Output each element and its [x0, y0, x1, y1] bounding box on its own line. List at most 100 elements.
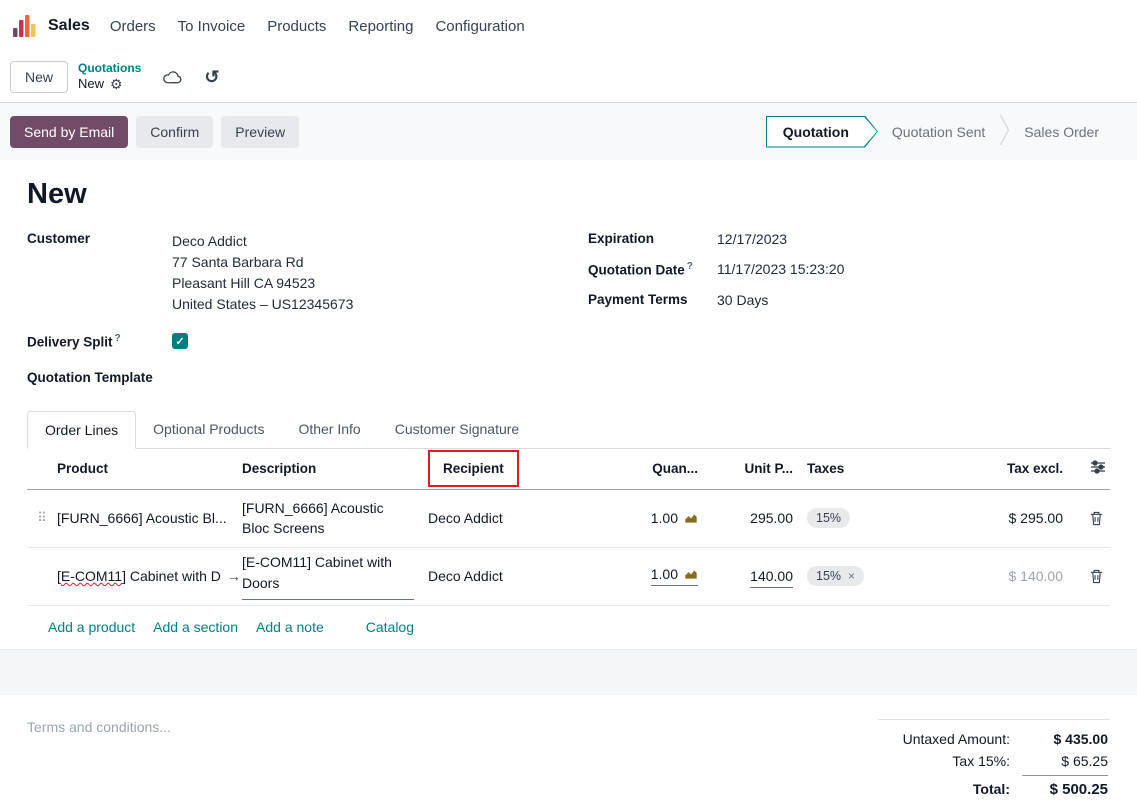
- quantity-cell[interactable]: 1.00: [593, 566, 698, 586]
- main-menu: Orders To Invoice Products Reporting Con…: [110, 18, 525, 35]
- record-title[interactable]: New: [27, 178, 1110, 211]
- col-header-taxes[interactable]: Taxes: [793, 461, 928, 476]
- catalog-link[interactable]: Catalog: [366, 619, 414, 635]
- col-header-description[interactable]: Description: [242, 461, 428, 476]
- left-field-column: Customer Deco Addict 77 Santa Barbara Rd…: [27, 231, 588, 385]
- product-cell[interactable]: [E-COM11] Cabinet with D→: [57, 568, 242, 584]
- nav-item-products[interactable]: Products: [267, 18, 326, 35]
- confirm-button[interactable]: Confirm: [136, 116, 213, 148]
- product-cell[interactable]: [FURN_6666] Acoustic Bl...: [57, 510, 242, 526]
- gear-icon[interactable]: ⚙: [110, 76, 123, 94]
- terms-and-conditions-field[interactable]: Terms and conditions...: [27, 719, 171, 801]
- payment-terms-field[interactable]: 30 Days: [717, 292, 768, 308]
- customer-address-line2: Pleasant Hill CA 94523: [172, 273, 353, 294]
- delivery-split-checkbox[interactable]: ✓: [172, 333, 188, 349]
- stage-sales-order[interactable]: Sales Order: [1010, 116, 1113, 148]
- drag-handle-icon[interactable]: ⠿: [27, 510, 57, 526]
- status-bar: Send by Email Confirm Preview Quotation …: [0, 103, 1137, 160]
- quantity-cell[interactable]: 1.00: [593, 510, 698, 526]
- tax-row: Tax 15%: $ 65.25: [878, 750, 1110, 772]
- tax-label: Tax 15%:: [952, 753, 1010, 769]
- order-line-row: ⠿ [FURN_6666] Acoustic Bl... [FURN_6666]…: [27, 490, 1110, 548]
- customer-name: Deco Addict: [172, 231, 353, 252]
- tab-order-lines[interactable]: Order Lines: [27, 411, 136, 449]
- forecast-chart-icon[interactable]: [684, 568, 698, 581]
- col-header-recipient[interactable]: Recipient: [428, 450, 519, 487]
- expiration-field[interactable]: 12/17/2023: [717, 231, 787, 247]
- nav-item-orders[interactable]: Orders: [110, 18, 156, 35]
- save-cloud-icon[interactable]: [163, 70, 182, 85]
- discard-icon[interactable]: ↺: [204, 67, 219, 88]
- totals-block: Untaxed Amount: $ 435.00 Tax 15%: $ 65.2…: [878, 719, 1110, 801]
- nav-item-reporting[interactable]: Reporting: [348, 18, 413, 35]
- subtotal-cell: $ 140.00: [928, 568, 1063, 584]
- taxes-cell[interactable]: 15%: [793, 508, 928, 528]
- recipient-cell[interactable]: Deco Addict: [428, 568, 593, 584]
- customer-address-line1: 77 Santa Barbara Rd: [172, 252, 353, 273]
- odoo-sales-logo-icon: [12, 13, 38, 39]
- nav-item-to-invoice[interactable]: To Invoice: [178, 18, 246, 35]
- tab-optional-products[interactable]: Optional Products: [136, 411, 281, 449]
- form-sheet: New Customer Deco Addict 77 Santa Barbar…: [0, 160, 1137, 801]
- stage-quotation-sent[interactable]: Quotation Sent: [878, 116, 999, 148]
- col-header-unit-price[interactable]: Unit P...: [698, 461, 793, 476]
- quotation-template-label: Quotation Template: [27, 370, 172, 385]
- untaxed-amount-row: Untaxed Amount: $ 435.00: [878, 728, 1110, 750]
- order-lines-header: Product Description Recipient Quan... Un…: [27, 449, 1110, 490]
- add-a-section-link[interactable]: Add a section: [153, 619, 238, 635]
- stage-quotation[interactable]: Quotation: [766, 116, 878, 148]
- unit-price-cell[interactable]: 140.00: [698, 568, 793, 584]
- delete-row-icon[interactable]: [1089, 568, 1110, 584]
- payment-terms-label: Payment Terms: [588, 292, 717, 308]
- expiration-label: Expiration: [588, 231, 717, 247]
- add-a-note-link[interactable]: Add a note: [256, 619, 324, 635]
- quotation-date-field[interactable]: 11/17/2023 15:23:20: [717, 261, 844, 278]
- customer-field[interactable]: Deco Addict 77 Santa Barbara Rd Pleasant…: [172, 231, 353, 315]
- section-divider: [0, 649, 1137, 695]
- untaxed-amount-value: $ 435.00: [1022, 731, 1108, 747]
- breadcrumb: Quotations New ⚙: [78, 61, 141, 94]
- col-header-product[interactable]: Product: [57, 461, 242, 476]
- pipeline-stages: Quotation Quotation Sent Sales Order: [766, 113, 1113, 150]
- add-a-product-link[interactable]: Add a product: [48, 619, 135, 635]
- remove-tag-icon[interactable]: ×: [848, 569, 855, 583]
- total-label: Total:: [973, 781, 1010, 797]
- quotation-date-label: Quotation Date?: [588, 261, 717, 278]
- nav-item-configuration[interactable]: Configuration: [435, 18, 524, 35]
- internal-link-arrow-icon[interactable]: →: [227, 568, 241, 584]
- subtotal-cell: $ 295.00: [928, 510, 1063, 526]
- list-footer-links: Add a product Add a section Add a note C…: [27, 606, 1110, 649]
- send-by-email-button[interactable]: Send by Email: [10, 116, 128, 148]
- total-value: $ 500.25: [1022, 775, 1108, 798]
- tab-customer-signature[interactable]: Customer Signature: [378, 411, 537, 449]
- app-brand[interactable]: Sales: [12, 13, 90, 39]
- col-header-subtotal[interactable]: Tax excl.: [928, 461, 1063, 476]
- preview-button[interactable]: Preview: [221, 116, 299, 148]
- taxes-cell[interactable]: 15%×: [793, 566, 928, 586]
- right-field-column: Expiration 12/17/2023 Quotation Date? 11…: [588, 231, 1110, 385]
- forecast-chart-icon[interactable]: [684, 512, 698, 525]
- top-nav: Sales Orders To Invoice Products Reporti…: [0, 0, 1137, 52]
- description-cell[interactable]: [FURN_6666] Acoustic Bloc Screens: [242, 498, 428, 539]
- breadcrumb-current: New: [78, 76, 104, 92]
- sheet-footer: Terms and conditions... Untaxed Amount: …: [27, 695, 1110, 801]
- breadcrumb-quotations-link[interactable]: Quotations: [78, 61, 141, 76]
- help-tooltip-icon: ?: [115, 333, 121, 344]
- col-header-quantity[interactable]: Quan...: [593, 461, 698, 476]
- unit-price-cell[interactable]: 295.00: [698, 510, 793, 526]
- new-button[interactable]: New: [10, 61, 68, 93]
- optional-columns-icon[interactable]: [1090, 459, 1110, 478]
- notebook-tabs: Order Lines Optional Products Other Info…: [27, 411, 1110, 449]
- recipient-cell[interactable]: Deco Addict: [428, 510, 593, 526]
- stage-separator-icon: [999, 113, 1010, 150]
- untaxed-amount-label: Untaxed Amount:: [903, 731, 1010, 747]
- app-name: Sales: [48, 17, 90, 35]
- tax-value: $ 65.25: [1022, 753, 1108, 769]
- tab-other-info[interactable]: Other Info: [281, 411, 377, 449]
- delete-row-icon[interactable]: [1089, 510, 1110, 526]
- description-cell[interactable]: [E-COM11] Cabinet with Doors: [242, 552, 414, 600]
- breadcrumb-bar: New Quotations New ⚙ ↺: [0, 52, 1137, 103]
- customer-label: Customer: [27, 231, 172, 315]
- misspelled-word: E-COM11: [61, 568, 122, 584]
- delivery-split-label: Delivery Split?: [27, 333, 172, 350]
